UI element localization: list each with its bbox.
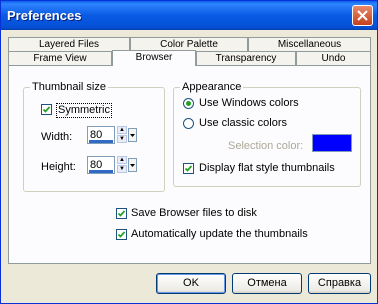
- title-bar[interactable]: Preferences: [1, 1, 377, 30]
- windows-colors-label: Use Windows colors: [199, 97, 299, 109]
- thumbnail-size-group: Thumbnail size Symmetric Width: 80 ▲ ▼ H…: [23, 81, 165, 192]
- height-up-arrow-icon[interactable]: ▲: [117, 156, 127, 164]
- width-label: Width:: [41, 131, 73, 143]
- selection-color-swatch[interactable]: [312, 134, 352, 152]
- width-spinner[interactable]: 80 ▲ ▼: [87, 126, 137, 144]
- selection-color-label: Selection color:: [228, 140, 304, 152]
- thumbnail-size-title: Thumbnail size: [30, 81, 108, 93]
- height-input[interactable]: 80: [87, 156, 115, 174]
- close-icon: [357, 10, 368, 21]
- tab-color-palette[interactable]: Color Palette: [130, 37, 248, 51]
- width-dropdown-icon[interactable]: [128, 128, 137, 142]
- tab-layered-files[interactable]: Layered Files: [8, 37, 130, 51]
- save-browser-files-label: Save Browser files to disk: [131, 207, 257, 219]
- tab-transparency[interactable]: Transparency: [196, 51, 296, 65]
- symmetric-checkbox[interactable]: [41, 104, 52, 115]
- auto-update-thumbnails-checkbox[interactable]: [116, 229, 127, 240]
- flat-thumbnails-label: Display flat style thumbnails: [199, 162, 335, 174]
- tab-browser[interactable]: Browser: [112, 50, 196, 66]
- width-down-arrow-icon[interactable]: ▼: [117, 135, 127, 143]
- checkmark-icon: [43, 106, 50, 113]
- tab-undo[interactable]: Undo: [296, 51, 371, 65]
- tab-miscellaneous[interactable]: Miscellaneous: [248, 37, 371, 51]
- width-up-arrow-icon[interactable]: ▲: [117, 126, 127, 134]
- browser-tab-panel: Thumbnail size Symmetric Width: 80 ▲ ▼ H…: [8, 65, 371, 264]
- cancel-button[interactable]: Отмена: [232, 273, 302, 294]
- symmetric-label: Symmetric: [56, 103, 112, 118]
- classic-colors-radio[interactable]: [183, 118, 194, 129]
- ok-button[interactable]: OK: [156, 273, 226, 294]
- window-title: Preferences: [7, 8, 82, 23]
- flat-thumbnails-checkbox[interactable]: [183, 163, 194, 174]
- help-button[interactable]: Справка: [308, 273, 371, 294]
- appearance-title: Appearance: [180, 81, 244, 93]
- checkmark-icon: [118, 231, 125, 238]
- checkmark-icon: [185, 165, 192, 172]
- checkmark-icon: [118, 210, 125, 217]
- height-dropdown-icon[interactable]: [128, 158, 137, 172]
- appearance-group: Appearance Use Windows colors Use classi…: [173, 81, 361, 187]
- height-label: Height:: [41, 161, 76, 173]
- tab-row-front: Frame View Browser Transparency Undo: [8, 50, 371, 66]
- tab-frame-view[interactable]: Frame View: [8, 51, 112, 65]
- windows-colors-radio[interactable]: [183, 98, 194, 109]
- tab-row-back: Layered Files Color Palette Miscellaneou…: [8, 37, 371, 51]
- height-down-arrow-icon[interactable]: ▼: [117, 165, 127, 173]
- width-input[interactable]: 80: [87, 126, 115, 144]
- close-button[interactable]: [352, 5, 373, 26]
- height-spinner[interactable]: 80 ▲ ▼: [87, 156, 137, 174]
- auto-update-thumbnails-label: Automatically update the thumbnails: [131, 228, 308, 240]
- save-browser-files-checkbox[interactable]: [116, 208, 127, 219]
- classic-colors-label: Use classic colors: [199, 117, 288, 129]
- preferences-dialog: Preferences Layered Files Color Palette …: [0, 0, 378, 304]
